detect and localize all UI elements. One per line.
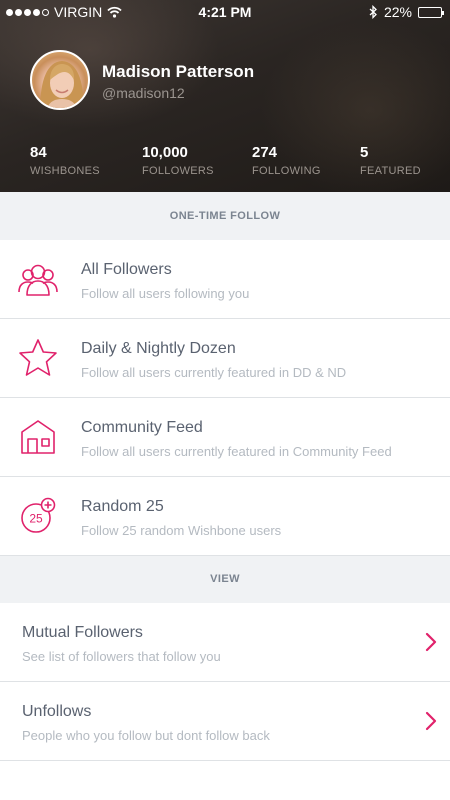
stat-following[interactable]: 274 FOLLOWING <box>252 144 321 177</box>
battery-percent: 22% <box>383 4 412 20</box>
status-bar: VIRGIN 4:21 PM 22% <box>0 0 450 24</box>
follow-option-all-followers[interactable]: All Followers Follow all users following… <box>0 240 450 319</box>
option-subtitle: Follow all users currently featured in D… <box>81 365 347 380</box>
chevron-right-icon <box>425 632 437 652</box>
home-icon <box>21 420 55 454</box>
stat-label: WISHBONES <box>30 165 100 177</box>
stat-label: FEATURED <box>360 165 421 177</box>
stat-value: 274 <box>252 144 278 161</box>
option-title: All Followers <box>81 261 172 278</box>
option-subtitle: See list of followers that follow you <box>22 649 221 664</box>
battery-icon <box>418 6 444 18</box>
option-subtitle: People who you follow but dont follow ba… <box>22 728 270 743</box>
option-title: Mutual Followers <box>22 624 143 641</box>
profile-header: VIRGIN 4:21 PM 22% Madison Patterson @ma… <box>0 0 450 192</box>
option-title: Daily & Nightly Dozen <box>81 340 236 357</box>
stat-label: FOLLOWERS <box>142 165 214 177</box>
option-title: Unfollows <box>22 703 92 720</box>
stat-value: 10,000 <box>142 144 188 161</box>
bluetooth-icon <box>369 5 377 19</box>
follow-option-community-feed[interactable]: Community Feed Follow all users currentl… <box>0 398 450 477</box>
profile-name: Madison Patterson <box>102 62 255 81</box>
stat-featured[interactable]: 5 FEATURED <box>360 144 421 177</box>
follow-option-daily-nightly-dozen[interactable]: Daily & Nightly Dozen Follow all users c… <box>0 319 450 398</box>
random-25-icon: 25 <box>21 497 56 533</box>
follow-option-random-25[interactable]: 25 Random 25 Follow 25 random Wishbone u… <box>0 477 450 556</box>
star-icon <box>19 339 57 376</box>
view-option-mutual-followers[interactable]: Mutual Followers See list of followers t… <box>0 603 450 682</box>
stat-value: 84 <box>30 144 47 161</box>
option-subtitle: Follow all users currently featured in C… <box>81 444 392 459</box>
avatar[interactable] <box>30 50 90 110</box>
stat-wishbones[interactable]: 84 WISHBONES <box>30 144 100 177</box>
section-header-view: VIEW <box>0 556 450 603</box>
option-title: Community Feed <box>81 419 203 436</box>
stat-label: FOLLOWING <box>252 165 321 177</box>
stat-followers[interactable]: 10,000 FOLLOWERS <box>142 144 214 177</box>
option-subtitle: Follow all users following you <box>81 286 250 301</box>
option-title: Random 25 <box>81 498 164 515</box>
section-header-one-time-follow: ONE-TIME FOLLOW <box>0 192 450 240</box>
random-25-icon-label: 25 <box>29 512 43 526</box>
option-subtitle: Follow 25 random Wishbone users <box>81 523 282 538</box>
profile-handle: @madison12 <box>102 85 185 101</box>
stat-value: 5 <box>360 144 369 161</box>
view-option-unfollows[interactable]: Unfollows People who you follow but dont… <box>0 682 450 761</box>
users-icon <box>18 264 58 296</box>
chevron-right-icon <box>425 711 437 731</box>
